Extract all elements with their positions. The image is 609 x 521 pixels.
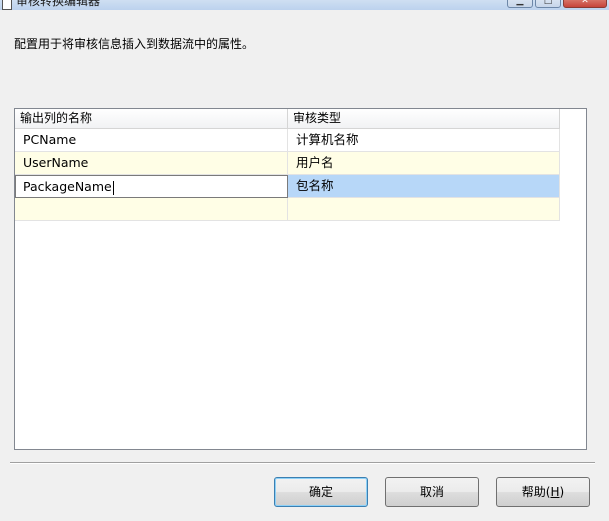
- maximize-icon: □: [543, 0, 553, 6]
- audit-type-cell[interactable]: 计算机名称: [288, 129, 560, 152]
- window-icon: [2, 0, 12, 10]
- column-header-audit-type[interactable]: 审核类型: [288, 109, 560, 129]
- help-label-prefix: 帮助(: [521, 485, 551, 499]
- close-icon: ✕: [581, 0, 589, 6]
- audit-type-cell[interactable]: [288, 198, 560, 221]
- help-button[interactable]: 帮助(H): [496, 477, 590, 507]
- title-bar: 审核转换编辑器 ▁ □ ✕: [0, 0, 609, 10]
- output-name-cell[interactable]: [15, 198, 288, 221]
- column-header-output-name[interactable]: 输出列的名称: [15, 109, 288, 129]
- minimize-button[interactable]: ▁: [507, 0, 533, 8]
- description-text: 配置用于将审核信息插入到数据流中的属性。: [14, 37, 255, 51]
- cancel-button[interactable]: 取消: [385, 477, 479, 507]
- maximize-button[interactable]: □: [535, 0, 561, 8]
- help-label-suffix: ): [559, 485, 565, 499]
- audit-type-cell[interactable]: 用户名: [288, 152, 560, 175]
- separator-line: [10, 462, 595, 464]
- window-title: 审核转换编辑器: [16, 0, 101, 8]
- output-name-edit-field[interactable]: PackageName: [15, 175, 288, 198]
- table-row-new[interactable]: [15, 198, 560, 221]
- audit-type-cell[interactable]: 包名称: [288, 175, 560, 198]
- table-row[interactable]: UserName 用户名: [15, 152, 560, 175]
- ok-button[interactable]: 确定: [274, 477, 368, 507]
- table-row[interactable]: PackageName 包名称: [15, 175, 560, 198]
- grid-header: 输出列的名称 审核类型: [15, 109, 560, 129]
- close-button[interactable]: ✕: [563, 0, 607, 8]
- audit-transform-editor-window: 审核转换编辑器 ▁ □ ✕ 配置用于将审核信息插入到数据流中的属性。 输出列的名…: [0, 0, 609, 521]
- help-accelerator-key: H: [550, 485, 560, 499]
- output-name-cell[interactable]: PCName: [15, 129, 288, 152]
- output-name-edit-text: PackageName: [23, 179, 112, 194]
- minimize-icon: ▁: [516, 0, 524, 6]
- output-name-cell[interactable]: UserName: [15, 152, 288, 175]
- audit-columns-grid[interactable]: 输出列的名称 审核类型 PCName 计算机名称 UserName 用户名 Pa…: [14, 108, 587, 450]
- text-caret: [112, 180, 114, 195]
- table-row[interactable]: PCName 计算机名称: [15, 129, 560, 152]
- window-controls: ▁ □ ✕: [507, 0, 607, 8]
